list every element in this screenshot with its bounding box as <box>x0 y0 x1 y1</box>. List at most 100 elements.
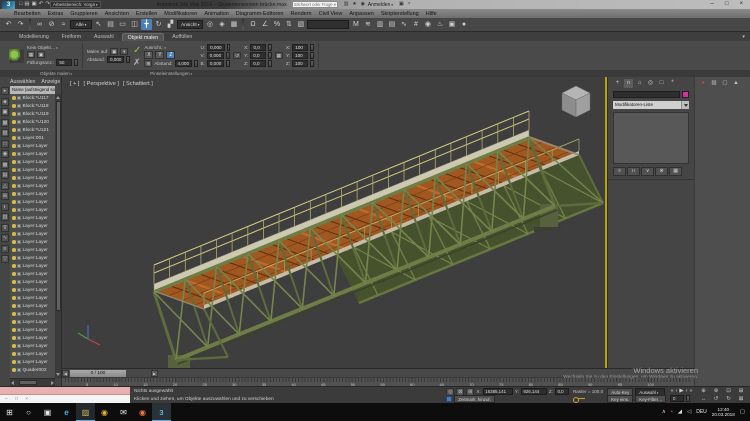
list-item[interactable]: Layer:Layer <box>10 246 55 254</box>
edge-icon[interactable]: e <box>57 403 76 421</box>
macro-recorder-line[interactable] <box>0 387 130 395</box>
object-name-field[interactable] <box>613 91 680 98</box>
scale-field-value[interactable]: 100 <box>292 60 309 67</box>
make-unique-icon[interactable]: ∨ <box>641 167 654 176</box>
hierarchy-tab-icon[interactable]: ⌂ <box>635 79 644 88</box>
percent-snap-icon[interactable]: % <box>271 19 282 30</box>
sign-in-button[interactable]: Anmelden <box>368 2 393 8</box>
current-frame-field[interactable]: 0 <box>670 395 685 402</box>
list-item[interactable]: Layer:Layer <box>10 182 55 190</box>
separator[interactable] <box>242 19 245 30</box>
select-object-icon[interactable]: ↖ <box>93 19 104 30</box>
visibility-bulb-icon[interactable] <box>12 208 16 212</box>
menu-item[interactable]: Hilfe <box>426 11 437 17</box>
selection-region-icon[interactable]: ▭ <box>117 19 128 30</box>
curve-editor-icon[interactable]: ∿ <box>398 19 409 30</box>
list-item[interactable]: Layer:Layer <box>10 262 55 270</box>
create-tab-icon[interactable]: + <box>613 79 622 88</box>
remove-modifier-icon[interactable]: ⊗ <box>655 167 668 176</box>
visibility-bulb-icon[interactable] <box>12 120 16 124</box>
ribbon-tab[interactable]: Auffüllen <box>167 33 197 41</box>
visibility-bulb-icon[interactable] <box>12 232 16 236</box>
visibility-bulb-icon[interactable] <box>12 144 16 148</box>
explorer-filter-icon[interactable]: ▦ <box>1 160 9 169</box>
explorer-filter-icon[interactable]: ∿ <box>1 234 9 242</box>
grid-icon[interactable]: ▨ <box>710 79 718 87</box>
profile-icon[interactable]: ◉ <box>361 0 365 9</box>
dropdown-arrow-icon[interactable] <box>681 101 689 109</box>
explorer-filter-icon[interactable]: ▣ <box>1 108 9 116</box>
modifier-list-dropdown[interactable]: Modifikatoren-Liste <box>613 101 681 109</box>
visibility-bulb-icon[interactable] <box>12 96 16 100</box>
max-icon[interactable]: 3 <box>152 403 171 421</box>
go-start-icon[interactable]: « <box>670 388 673 395</box>
network-icon[interactable]: ◢ <box>678 403 682 421</box>
visibility-bulb-icon[interactable] <box>12 200 16 204</box>
rotation-field-spinner[interactable] <box>268 44 272 51</box>
uvb-field-value[interactable]: 0,000 <box>207 44 225 51</box>
menu-item[interactable]: Rendern <box>290 11 311 17</box>
motion-tab-icon[interactable]: ◎ <box>646 79 655 88</box>
list-item[interactable]: Layer:Layer <box>10 174 55 182</box>
list-item[interactable]: Block:*U120 <box>10 118 55 126</box>
scale-random-icon[interactable]: ▦ <box>274 52 283 59</box>
use-pivot-center-icon[interactable]: ◎ <box>204 19 215 30</box>
prev-key-button[interactable]: ◀ <box>62 369 69 377</box>
list-item[interactable]: Layer:Layer <box>10 158 55 166</box>
visibility-bulb-icon[interactable] <box>12 224 16 228</box>
visibility-bulb-icon[interactable] <box>12 328 16 332</box>
list-item[interactable]: Layer:Layer <box>10 238 55 246</box>
explorer-filter-icon[interactable]: ▨ <box>1 129 9 137</box>
viewport-plus-menu[interactable]: [ + ] <box>70 81 79 87</box>
menu-item[interactable]: Gruppieren <box>70 11 98 17</box>
set-key-button[interactable]: Key eins. <box>607 394 634 403</box>
utilities-tab-icon[interactable]: * <box>668 79 677 88</box>
edit-named-selections-icon[interactable]: ▧ <box>295 19 306 30</box>
paint-object-picker[interactable]: Kein Objekt… <box>27 45 78 50</box>
list-item[interactable]: Layer:Layer <box>10 334 55 342</box>
brush-settings-panel-label[interactable]: Pinseleinstellungen <box>150 71 192 76</box>
bridge-model-canvas[interactable] <box>62 77 605 368</box>
apply-check-icon[interactable]: ✓ <box>133 45 141 56</box>
spacing-field[interactable]: 0,000 <box>106 56 125 63</box>
list-item[interactable]: Quader002 <box>10 366 55 374</box>
reference-coordinate-dropdown[interactable]: Ansicht <box>177 20 204 29</box>
render-production-icon[interactable]: ● <box>458 19 469 30</box>
language-indicator[interactable]: DEU <box>696 409 707 415</box>
visibility-bulb-icon[interactable] <box>12 312 16 316</box>
spacing-spinner[interactable] <box>126 56 130 63</box>
chrome-icon[interactable]: ◉ <box>95 403 114 421</box>
scale-field-value[interactable]: 100 <box>292 44 309 51</box>
visibility-bulb-icon[interactable] <box>12 128 16 132</box>
clock[interactable]: 12:40 20.03.2018 <box>712 407 735 418</box>
list-item[interactable]: Layer:Layer <box>10 142 55 150</box>
scroll-right-arrow-icon[interactable] <box>51 380 54 385</box>
list-item[interactable]: Layer:001 <box>10 134 55 142</box>
visibility-bulb-icon[interactable] <box>12 352 16 356</box>
menu-item[interactable]: Extras <box>48 11 64 17</box>
scale-field-spinner[interactable] <box>310 44 314 51</box>
list-item[interactable]: Layer:Layer <box>10 230 55 238</box>
menu-item[interactable]: Erstellen <box>136 11 157 17</box>
object-color-swatch[interactable] <box>682 91 689 98</box>
spinner-snap-icon[interactable]: ⇅ <box>283 19 294 30</box>
menu-item[interactable]: Animation <box>204 11 228 17</box>
track-bar[interactable]: 5 10 15 20 25 30 35 40 45 50 55 60 65 70 75 80 85 90 95 100 <box>62 377 694 387</box>
uvb-field-spinner[interactable] <box>226 60 230 67</box>
offset-field[interactable]: 4,000 <box>174 59 192 67</box>
visibility-bulb-icon[interactable] <box>12 216 16 220</box>
select-and-scale-icon[interactable]: ▞ <box>165 19 176 30</box>
paint-object-icon[interactable]: ▣ <box>37 51 45 58</box>
explorer-filter-icon[interactable]: ≡ <box>1 244 9 253</box>
list-item[interactable]: Layer:Layer <box>10 294 55 302</box>
list-item[interactable]: Layer:Layer <box>10 214 55 222</box>
mirror-icon[interactable]: M <box>350 19 361 30</box>
schematic-view-icon[interactable]: # <box>410 19 421 30</box>
list-item[interactable]: Layer:Layer <box>10 286 55 294</box>
visibility-bulb-icon[interactable] <box>12 360 16 364</box>
visibility-bulb-icon[interactable] <box>12 160 16 164</box>
menu-item[interactable]: Anpassen <box>349 11 373 17</box>
render-setup-icon[interactable]: ♨ <box>434 19 445 30</box>
viewport-shading-menu[interactable]: [ Schattiert ] <box>123 81 153 87</box>
select-by-name-icon[interactable]: ▤ <box>105 19 116 30</box>
